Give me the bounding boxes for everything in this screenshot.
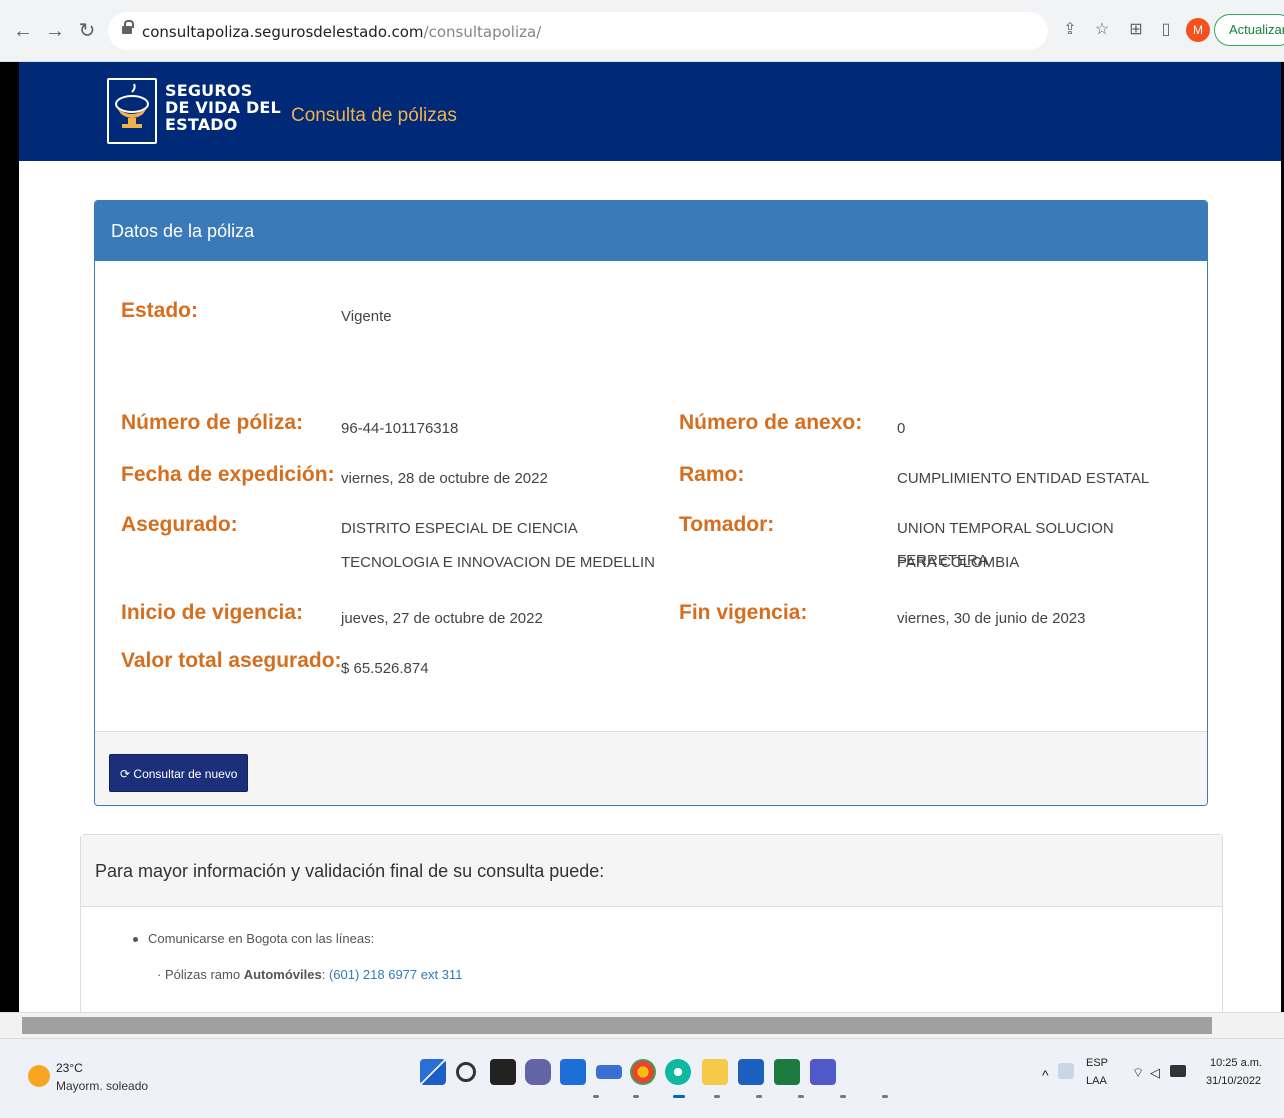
tomador-label: Tomador: [679,513,775,536]
fin-vigencia-value: viernes, 30 de junio de 2023 [897,610,1086,627]
site-header: SEGUROS DE VIDA DEL ESTADO Consulta de p… [19,62,1281,161]
fin-vigencia-label: Fin vigencia: [679,601,808,624]
update-button[interactable]: Actualizar [1214,14,1284,46]
lamp-logo-icon[interactable] [107,78,157,144]
panel-footer: ⟳ Consultar de nuevo [95,731,1207,805]
estado-value: Vigente [341,308,392,325]
language-layout[interactable]: LAA [1086,1075,1107,1087]
scrollbar-thumb[interactable] [22,1017,1212,1034]
fecha-expedicion-value: viernes, 28 de octubre de 2022 [341,470,548,487]
address-bar[interactable]: consultapoliza.segurosdelestado.com/cons… [108,12,1048,50]
weather-temperature[interactable]: 23°C [56,1061,83,1075]
task-view-icon[interactable] [490,1059,516,1085]
back-arrow-icon[interactable]: ← [10,18,36,44]
weather-description[interactable]: Mayorm. soleado [56,1079,148,1093]
estado-label: Estado: [121,299,199,322]
logo-line-3: ESTADO [165,115,238,134]
drive-icon[interactable] [1058,1063,1074,1079]
browser-toolbar: ← → ↻ consultapoliza.segurosdelestado.co… [0,0,1284,62]
info-line-2: · Pólizas ramo Automóviles: (601) 218 69… [157,967,462,982]
sidepanel-icon[interactable]: ▯ [1154,18,1178,42]
phone-link[interactable]: (601) 218 6977 ext 311 [329,967,462,982]
asegurado-value-line1: DISTRITO ESPECIAL DE CIENCIA [341,520,578,537]
chevron-up-icon[interactable]: ^ [1042,1067,1049,1083]
web-page: SEGUROS DE VIDA DEL ESTADO Consulta de p… [19,62,1281,1012]
edge-icon[interactable] [665,1059,691,1085]
file-explorer-icon[interactable] [702,1059,728,1085]
extensions-icon[interactable]: ⊞ [1124,18,1148,42]
taskbar-indicator [882,1095,888,1098]
valor-asegurado-value: $ 65.526.874 [341,660,429,677]
logo-line-2: DE VIDA DEL [165,98,281,117]
numero-anexo-value: 0 [897,420,906,437]
ramo-label: Ramo: [679,463,745,486]
weather-sun-icon[interactable] [28,1065,50,1087]
panel-heading: Datos de la póliza [95,201,1207,261]
site-title-link[interactable]: Consulta de pólizas [291,105,457,127]
taskbar-indicator [633,1095,639,1098]
lock-icon[interactable] [122,20,134,36]
logo-text: SEGUROS DE VIDA DEL ESTADO [165,82,281,133]
battery-icon[interactable] [1170,1065,1186,1077]
automoviles-text: Automóviles [243,967,322,982]
url-text[interactable]: consultapoliza.segurosdelestado.com/cons… [142,23,541,41]
tomador-value-line2: PARA COLOMBIA [897,554,1020,571]
info-line-2-sep: : [321,967,329,982]
taskbar-indicator [756,1095,762,1098]
numero-poliza-label: Número de póliza: [121,411,304,434]
taskbar-indicator [593,1095,599,1098]
info-heading: Para mayor información y validación fina… [81,835,1222,907]
valor-asegurado-label: Valor total asegurado: [121,649,342,672]
info-line-1-text: Comunicarse en Bogota con las líneas: [148,931,375,946]
mail-icon[interactable] [560,1059,586,1085]
logo-line-1: SEGUROS [165,81,253,100]
language-code[interactable]: ESP [1086,1057,1108,1069]
chrome-icon[interactable] [630,1059,656,1085]
numero-anexo-label: Número de anexo: [679,411,863,434]
taskbar-indicator [714,1095,720,1098]
reload-icon[interactable]: ↻ [74,18,100,44]
teams-icon[interactable] [810,1059,836,1085]
share-icon[interactable]: ⇪ [1058,18,1082,42]
taskbar-indicator [798,1095,804,1098]
wifi-icon[interactable]: ⌔ [1132,1065,1144,1081]
forward-arrow-icon[interactable]: → [42,18,68,44]
sticky-notes-icon[interactable] [596,1065,622,1079]
taskbar-indicator-active [673,1095,685,1098]
ramo-value: CUMPLIMIENTO ENTIDAD ESTATAL [897,470,1150,487]
asegurado-value-line2: TECNOLOGIA E INNOVACION DE MEDELLIN [341,554,655,571]
info-line-2-prefix: · Pólizas ramo [157,967,244,982]
clock-date[interactable]: 31/10/2022 [1206,1075,1261,1087]
inicio-vigencia-value: jueves, 27 de octubre de 2022 [341,610,543,627]
info-line-1: Comunicarse en Bogota con las líneas: [133,931,374,946]
inicio-vigencia-label: Inicio de vigencia: [121,601,304,624]
clock-time[interactable]: 10:25 a.m. [1210,1057,1262,1069]
profile-avatar[interactable]: M [1186,18,1210,42]
search-icon[interactable] [456,1062,476,1082]
volume-icon[interactable]: ◁ [1150,1065,1160,1081]
policy-panel: Datos de la póliza Estado: Vigente Númer… [94,200,1208,806]
bullet-icon [133,937,138,943]
fecha-expedicion-label: Fecha de expedición: [121,463,335,486]
numero-poliza-value: 96-44-101176318 [341,420,459,437]
outlook-icon[interactable] [738,1059,764,1085]
excel-icon[interactable] [774,1059,800,1085]
consultar-de-nuevo-label: Consultar de nuevo [133,767,238,781]
windows-taskbar: 23°C Mayorm. soleado ^ ESP LAA ⌔ ◁ 10:25… [0,1038,1284,1118]
start-icon[interactable] [420,1059,446,1085]
horizontal-scrollbar[interactable] [0,1012,1284,1038]
asegurado-label: Asegurado: [121,513,238,536]
taskbar-indicator [840,1095,846,1098]
consultar-de-nuevo-button[interactable]: ⟳ Consultar de nuevo [109,754,249,792]
refresh-icon: ⟳ [120,767,131,781]
chat-icon[interactable] [525,1059,551,1085]
info-panel: Para mayor información y validación fina… [80,834,1223,1012]
star-icon[interactable]: ☆ [1090,18,1114,42]
